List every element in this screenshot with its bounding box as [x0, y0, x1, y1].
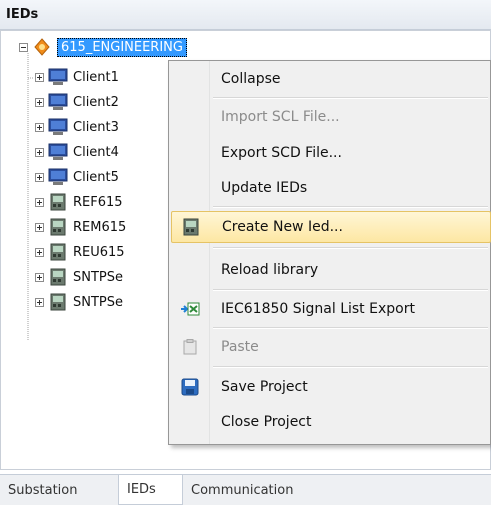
menu-separator — [213, 206, 488, 208]
menu-item-update-ieds[interactable]: Update IEDs — [171, 172, 491, 204]
tree-node-client3[interactable]: Client3 — [35, 116, 119, 138]
tab-label: Communication — [191, 482, 294, 498]
tree-node-label[interactable]: SNTPSe — [73, 295, 123, 310]
tree-node-label[interactable]: REU615 — [73, 245, 125, 260]
menu-icon-slot — [171, 101, 209, 133]
menu-item-collapse[interactable]: Collapse — [171, 63, 491, 95]
tree-node-label[interactable]: REF615 — [73, 195, 123, 210]
tree-node-client2[interactable]: Client2 — [35, 91, 119, 113]
menu-icon-slot — [171, 406, 209, 438]
expand-toggle-icon[interactable] — [35, 197, 44, 207]
expand-toggle-icon[interactable] — [35, 297, 44, 307]
tree-node-rem615[interactable]: REM615 — [35, 216, 126, 238]
expand-toggle-icon[interactable] — [35, 97, 44, 107]
tree-node-sntpse-2[interactable]: SNTPSe — [35, 291, 123, 313]
menu-icon-slot — [171, 172, 209, 204]
collapse-toggle-icon[interactable] — [19, 42, 28, 52]
menu-item-create-new-ied[interactable]: Create New Ied... — [171, 211, 491, 243]
menu-separator — [213, 289, 488, 291]
expand-toggle-icon[interactable] — [35, 72, 44, 82]
tab-label: IEDs — [127, 482, 156, 497]
menu-item-label: Create New Ied... — [222, 219, 343, 235]
computer-icon — [48, 167, 68, 187]
bottom-tab-bar: Substation IEDs Communication — [0, 474, 491, 505]
menu-icon-slot — [171, 254, 209, 286]
menu-separator — [213, 366, 488, 368]
menu-icon-slot — [171, 137, 209, 169]
tree-node-client1[interactable]: Client1 — [35, 66, 119, 88]
paste-icon — [171, 331, 209, 363]
menu-item-close-project[interactable]: Close Project — [171, 406, 491, 438]
tree-node-client5[interactable]: Client5 — [35, 166, 119, 188]
tab-ieds[interactable]: IEDs — [118, 475, 183, 505]
save-disk-icon — [171, 371, 209, 403]
computer-icon — [48, 142, 68, 162]
signal-export-icon — [171, 293, 209, 325]
project-icon — [32, 37, 52, 57]
ied-device-icon — [48, 292, 68, 312]
ied-device-icon — [48, 192, 68, 212]
tree-node-reu615[interactable]: REU615 — [35, 241, 125, 263]
tree-root-label[interactable]: 615_ENGINEERING — [57, 37, 187, 57]
ied-device-icon — [48, 267, 68, 287]
tab-communication[interactable]: Communication — [183, 475, 343, 505]
menu-item-label: Reload library — [221, 262, 319, 278]
computer-icon — [48, 67, 68, 87]
expand-toggle-icon[interactable] — [35, 147, 44, 157]
menu-item-label: Collapse — [221, 71, 281, 87]
menu-item-export-scd[interactable]: Export SCD File... — [171, 137, 491, 169]
ied-device-icon — [48, 217, 68, 237]
menu-separator — [213, 247, 488, 249]
menu-item-label: Import SCL File... — [221, 109, 340, 125]
menu-item-label: Save Project — [221, 379, 308, 395]
tree-node-client4[interactable]: Client4 — [35, 141, 119, 163]
expand-toggle-icon[interactable] — [35, 272, 44, 282]
computer-icon — [48, 117, 68, 137]
tree-node-sntpse-1[interactable]: SNTPSe — [35, 266, 123, 288]
menu-item-label: Close Project — [221, 414, 312, 430]
tree-root[interactable]: 615_ENGINEERING — [19, 36, 187, 58]
expand-toggle-icon[interactable] — [35, 122, 44, 132]
menu-item-import-scl[interactable]: Import SCL File... — [171, 101, 491, 133]
menu-icon-slot — [171, 63, 209, 95]
tree-node-label[interactable]: Client4 — [73, 145, 119, 160]
tree-node-label[interactable]: Client3 — [73, 120, 119, 135]
ied-device-icon — [48, 242, 68, 262]
tree-node-label[interactable]: Client1 — [73, 70, 119, 85]
menu-item-save-project[interactable]: Save Project — [171, 371, 491, 403]
menu-separator — [213, 327, 488, 329]
menu-item-paste[interactable]: Paste — [171, 331, 491, 363]
tree-node-label[interactable]: REM615 — [73, 220, 126, 235]
context-menu: Collapse Import SCL File... Export SCD F… — [168, 60, 491, 445]
tab-label: Substation — [8, 482, 78, 498]
tree-node-label[interactable]: Client5 — [73, 170, 119, 185]
tab-substation[interactable]: Substation — [0, 475, 118, 505]
computer-icon — [48, 92, 68, 112]
tree-node-ref615[interactable]: REF615 — [35, 191, 123, 213]
panel-title: IEDs — [6, 7, 39, 22]
panel-header: IEDs — [0, 0, 491, 30]
expand-toggle-icon[interactable] — [35, 247, 44, 257]
menu-item-label: Export SCD File... — [221, 145, 342, 161]
menu-separator — [213, 97, 488, 99]
menu-item-label: Paste — [221, 339, 259, 355]
expand-toggle-icon[interactable] — [35, 172, 44, 182]
menu-item-reload-library[interactable]: Reload library — [171, 254, 491, 286]
tree-node-label[interactable]: Client2 — [73, 95, 119, 110]
expand-toggle-icon[interactable] — [35, 222, 44, 232]
menu-item-iec61850-export[interactable]: IEC61850 Signal List Export — [171, 293, 491, 325]
ied-device-icon — [172, 211, 210, 243]
menu-item-label: IEC61850 Signal List Export — [221, 301, 415, 317]
tree-node-label[interactable]: SNTPSe — [73, 270, 123, 285]
menu-item-label: Update IEDs — [221, 180, 308, 196]
